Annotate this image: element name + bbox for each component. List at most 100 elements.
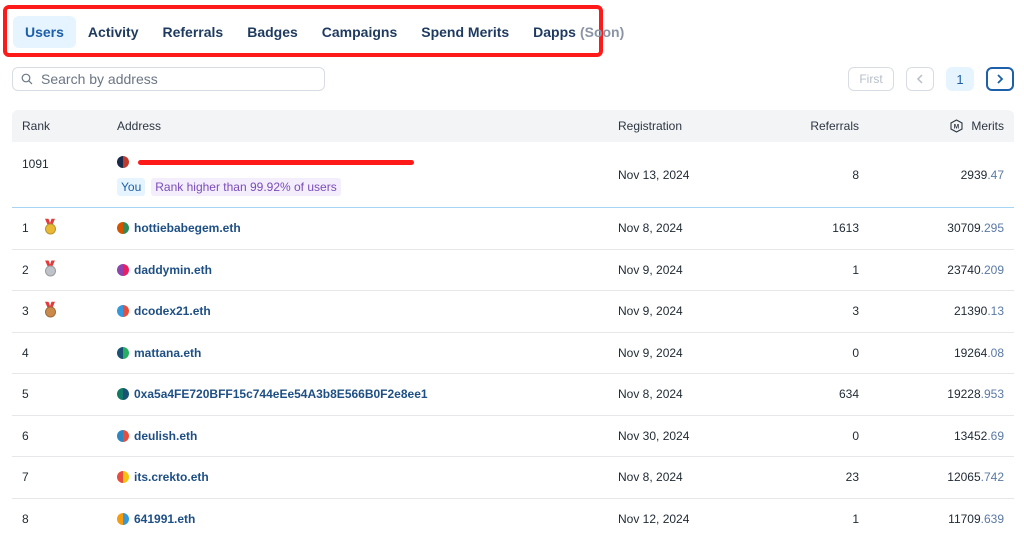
merits-dec: .08 bbox=[987, 345, 1004, 360]
header-merits-label: Merits bbox=[971, 119, 1004, 133]
referrals-cell: 1 bbox=[852, 511, 859, 526]
table-header: Rank Address Registration Referrals M Me… bbox=[12, 110, 1014, 142]
avatar bbox=[117, 471, 129, 484]
merits-cell: 21390.13 bbox=[954, 304, 1004, 318]
address-link[interactable]: deulish.eth bbox=[134, 429, 197, 443]
referrals-cell: 23 bbox=[845, 470, 859, 485]
header-rank: Rank bbox=[22, 119, 51, 133]
merits-dec: .47 bbox=[987, 167, 1004, 182]
registration-cell: Nov 9, 2024 bbox=[618, 304, 683, 319]
merits-dec: .742 bbox=[980, 470, 1004, 485]
avatar bbox=[117, 429, 129, 442]
merits-cell: 23740.209 bbox=[947, 263, 1004, 277]
medal-cell bbox=[43, 260, 57, 279]
address-link[interactable]: its.crekto.eth bbox=[134, 470, 209, 484]
merits-cell: 30709.295 bbox=[947, 221, 1004, 235]
address-cell: dcodex21.eth bbox=[117, 304, 211, 318]
merits-cell: 11709.639 bbox=[948, 512, 1004, 526]
merits-cell: 19228.953 bbox=[947, 387, 1004, 401]
next-page-button[interactable] bbox=[986, 67, 1014, 91]
registration-cell: Nov 9, 2024 bbox=[618, 262, 683, 277]
merits-int: 12065 bbox=[947, 470, 981, 485]
merits-int: 30709 bbox=[947, 221, 981, 236]
table-row-you: 1091 You Rank higher than 99.92% of user… bbox=[12, 142, 1014, 208]
medal-gold-icon bbox=[43, 218, 57, 235]
table-row: 6 deulish.eth Nov 30, 2024 0 13452.69 bbox=[12, 416, 1014, 457]
header-address: Address bbox=[117, 119, 162, 133]
merits-dec: .639 bbox=[980, 511, 1004, 526]
merits-cell: 19264.08 bbox=[954, 346, 1004, 360]
tab-dapps-soon: (Soon) bbox=[579, 24, 625, 40]
address-link[interactable]: 0xa5a4FE720BFF15c744eEe54A3b8E566B0F2e8e… bbox=[134, 387, 428, 401]
merits-dec: .295 bbox=[980, 221, 1004, 236]
tab-spend-merits[interactable]: Spend Merits bbox=[409, 16, 521, 48]
medal-silver-icon bbox=[43, 260, 57, 277]
tab-bar: Users Activity Referrals Badges Campaign… bbox=[13, 16, 636, 48]
referrals-cell: 8 bbox=[852, 167, 859, 182]
tab-dapps[interactable]: Dapps (Soon) bbox=[521, 16, 636, 48]
you-badge: You bbox=[117, 178, 146, 196]
merits-int: 13452 bbox=[953, 428, 988, 443]
registration-cell: Nov 8, 2024 bbox=[618, 470, 683, 485]
merits-dec: .953 bbox=[980, 387, 1004, 402]
tab-users[interactable]: Users bbox=[13, 16, 76, 48]
tab-activity[interactable]: Activity bbox=[76, 16, 151, 48]
referrals-cell: 634 bbox=[838, 387, 859, 402]
registration-cell: Nov 8, 2024 bbox=[618, 221, 683, 236]
first-page-button[interactable]: First bbox=[848, 67, 894, 91]
medal-bronze-icon bbox=[43, 301, 57, 318]
tab-referrals[interactable]: Referrals bbox=[151, 16, 236, 48]
rank-cell: 5 bbox=[22, 387, 29, 402]
rank-cell: 4 bbox=[22, 345, 29, 360]
registration-cell: Nov 12, 2024 bbox=[618, 511, 690, 526]
redacted-address bbox=[138, 159, 414, 165]
address-link[interactable]: dcodex21.eth bbox=[134, 304, 211, 318]
you-badges: You Rank higher than 99.92% of users bbox=[117, 178, 341, 196]
address-link[interactable]: mattana.eth bbox=[134, 346, 201, 360]
rank-cell: 8 bbox=[22, 511, 29, 526]
table-row: 3 dcodex21.eth Nov 9, 2024 3 21390.13 bbox=[12, 291, 1014, 333]
address-cell: mattana.eth bbox=[117, 346, 201, 360]
table-row: 5 0xa5a4FE720BFF15c744eEe54A3b8E566B0F2e… bbox=[12, 374, 1014, 416]
table-row: 1 hottiebabegem.eth Nov 8, 2024 1613 307… bbox=[12, 208, 1014, 250]
header-merits: M Merits bbox=[950, 119, 1004, 133]
rank-cell: 3 bbox=[22, 304, 29, 319]
merits-int: 11709 bbox=[948, 511, 981, 526]
referrals-cell: 1613 bbox=[832, 221, 859, 236]
merits-int: 19264 bbox=[953, 345, 988, 360]
registration-cell: Nov 13, 2024 bbox=[618, 167, 690, 182]
search-box[interactable] bbox=[12, 67, 325, 91]
avatar bbox=[117, 388, 129, 401]
address-cell: hottiebabegem.eth bbox=[117, 221, 241, 235]
merits-cell: 13452.69 bbox=[954, 429, 1004, 443]
address-cell bbox=[117, 156, 414, 168]
tab-campaigns[interactable]: Campaigns bbox=[310, 16, 409, 48]
table-row: 7 its.crekto.eth Nov 8, 2024 23 12065.74… bbox=[12, 457, 1014, 499]
rank-cell: 1 bbox=[22, 221, 29, 236]
table-row: 2 daddymin.eth Nov 9, 2024 1 23740.209 bbox=[12, 250, 1014, 291]
page-button-current[interactable]: 1 bbox=[946, 67, 974, 91]
avatar bbox=[117, 305, 129, 318]
rank-cell: 2 bbox=[22, 262, 29, 277]
avatar bbox=[117, 222, 129, 235]
address-cell: 641991.eth bbox=[117, 512, 195, 526]
table-row: 4 mattana.eth Nov 9, 2024 0 19264.08 bbox=[12, 333, 1014, 374]
svg-text:M: M bbox=[954, 124, 959, 131]
address-link[interactable]: hottiebabegem.eth bbox=[134, 221, 241, 235]
leaderboard-table: Rank Address Registration Referrals M Me… bbox=[12, 110, 1014, 539]
merits-icon: M bbox=[950, 119, 963, 133]
rank-percentile-badge: Rank higher than 99.92% of users bbox=[151, 178, 341, 196]
merits-int: 19228 bbox=[947, 387, 981, 402]
prev-page-button[interactable] bbox=[906, 67, 934, 91]
merits-dec: .69 bbox=[987, 428, 1004, 443]
tabs-highlight-box: Users Activity Referrals Badges Campaign… bbox=[3, 5, 624, 57]
referrals-cell: 3 bbox=[852, 304, 859, 319]
referrals-cell: 1 bbox=[852, 262, 859, 277]
table-row: 8 641991.eth Nov 12, 2024 1 11709.639 bbox=[12, 499, 1014, 539]
address-link[interactable]: daddymin.eth bbox=[134, 263, 212, 277]
header-referrals: Referrals bbox=[810, 119, 859, 133]
tab-badges[interactable]: Badges bbox=[235, 16, 310, 48]
chevron-right-icon bbox=[997, 74, 1004, 84]
address-link[interactable]: 641991.eth bbox=[134, 512, 195, 526]
search-input[interactable] bbox=[41, 71, 311, 87]
